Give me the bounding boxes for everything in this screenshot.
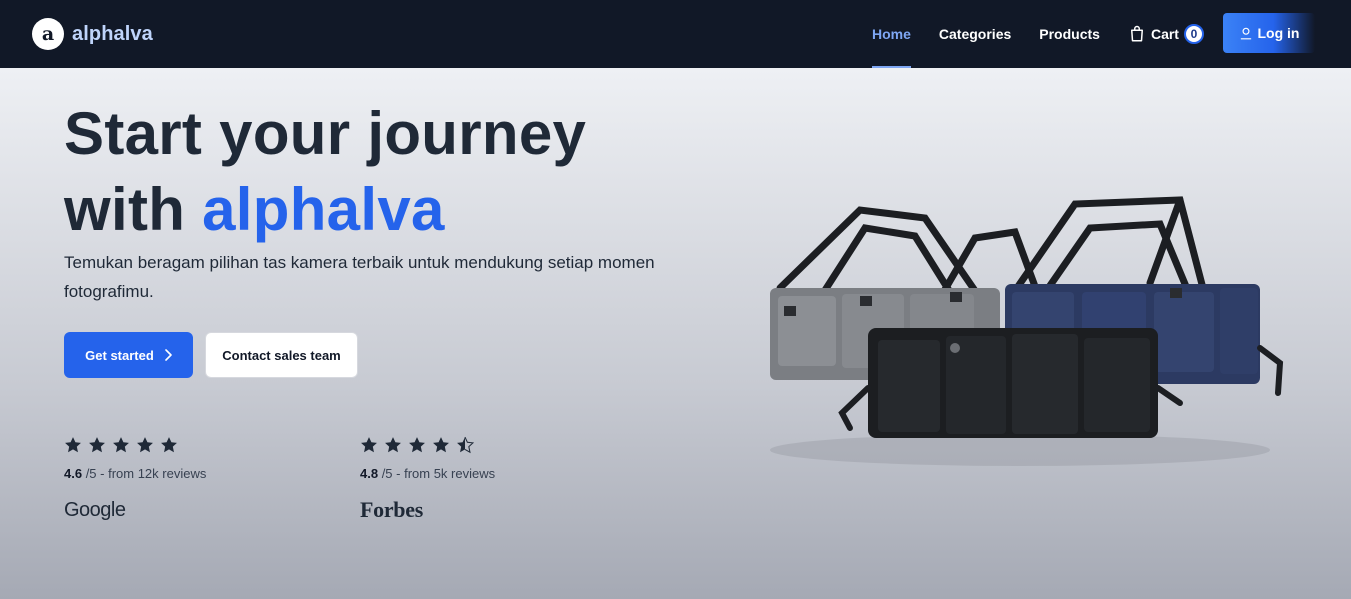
google-logo: Google bbox=[64, 499, 126, 521]
star-icon bbox=[361, 437, 377, 453]
contact-sales-button[interactable]: Contact sales team bbox=[205, 332, 358, 378]
nav-link-products[interactable]: Products bbox=[1039, 0, 1100, 68]
login-button[interactable]: Log in bbox=[1223, 13, 1315, 53]
brand-name: alphalva bbox=[72, 22, 153, 45]
rating-score: 4.6 bbox=[64, 466, 83, 481]
contact-sales-label: Contact sales team bbox=[222, 347, 341, 363]
get-started-label: Get started bbox=[85, 347, 154, 363]
star-icon bbox=[137, 437, 153, 453]
forbes-logo: Forbes bbox=[360, 497, 423, 522]
main-nav: Home Categories Products Cart 0 bbox=[860, 0, 1204, 68]
star-icon bbox=[65, 437, 81, 453]
top-navbar: a alphalva Home Categories Products Cart… bbox=[0, 0, 1351, 68]
cart-icon bbox=[1130, 25, 1143, 42]
cart-count-badge: 0 bbox=[1183, 24, 1204, 44]
login-label: Log in bbox=[1257, 25, 1300, 41]
headline-with: with bbox=[64, 176, 203, 243]
star-icon bbox=[161, 437, 177, 453]
user-icon bbox=[1240, 27, 1251, 40]
star-rating bbox=[360, 436, 600, 456]
half-star-icon bbox=[457, 436, 474, 454]
rating-text: 4.8 /5 - from 5k reviews bbox=[360, 466, 600, 481]
rating-suffix: /5 - from 5k reviews bbox=[378, 466, 496, 481]
hero-subtitle: Temukan beragam pilihan tas kamera terba… bbox=[64, 253, 655, 301]
star-icon bbox=[89, 437, 105, 453]
get-started-button[interactable]: Get started bbox=[64, 332, 193, 378]
star-rating bbox=[64, 436, 304, 456]
brand-logo-icon: a bbox=[32, 18, 64, 50]
cart-link[interactable]: Cart 0 bbox=[1128, 0, 1204, 68]
star-icon bbox=[409, 437, 425, 453]
nav-link-home[interactable]: Home bbox=[872, 0, 911, 68]
hero-section: Start your journey with alphalva Temukan… bbox=[0, 68, 1351, 599]
star-icon bbox=[433, 437, 449, 453]
chevron-right-icon bbox=[165, 349, 172, 361]
hero-headline: Start your journey with alphalva bbox=[64, 96, 704, 248]
rating-suffix: /5 - from 12k reviews bbox=[82, 466, 207, 481]
review-google: 4.6 /5 - from 12k reviews Google bbox=[64, 436, 304, 522]
brand-home-link[interactable]: a alphalva bbox=[32, 17, 153, 51]
camera-bags-product-image bbox=[770, 196, 1284, 466]
cart-label: Cart bbox=[1150, 26, 1179, 42]
review-forbes: 4.8 /5 - from 5k reviews Forbes bbox=[360, 436, 600, 523]
star-icon bbox=[385, 437, 401, 453]
nav-link-categories[interactable]: Categories bbox=[939, 0, 1011, 68]
headline-accent: alphalva bbox=[202, 176, 445, 243]
headline-line1: Start your journey bbox=[64, 100, 587, 167]
rating-text: 4.6 /5 - from 12k reviews bbox=[64, 466, 304, 481]
star-icon bbox=[113, 437, 129, 453]
rating-score: 4.8 bbox=[360, 466, 379, 481]
